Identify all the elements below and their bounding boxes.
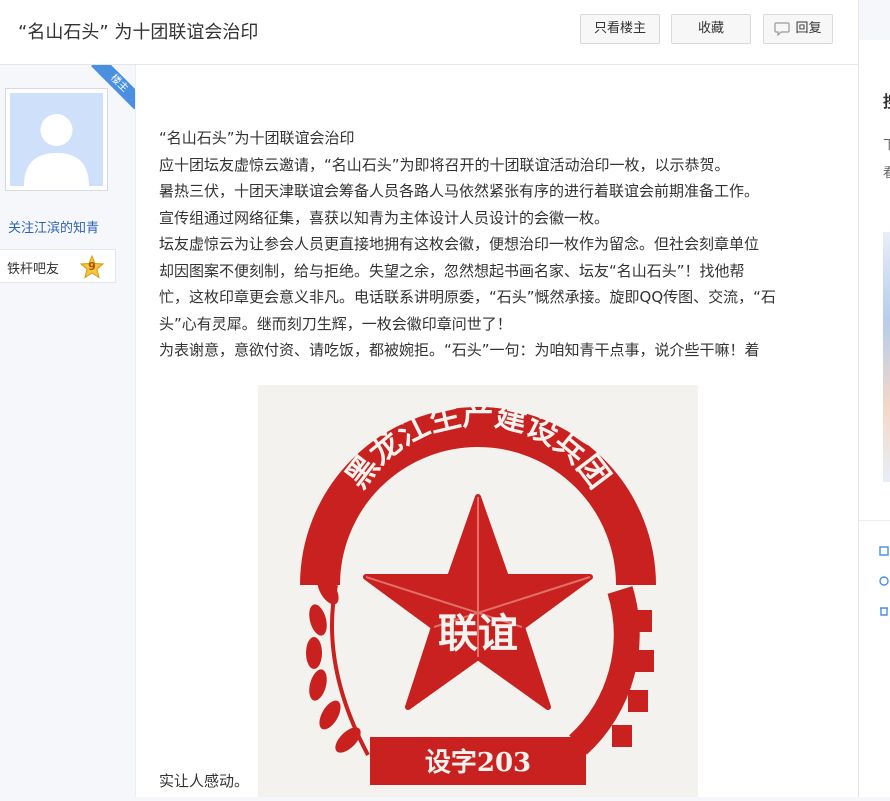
level-badge-icon: 9 <box>79 254 105 279</box>
sidebar-ad-image[interactable] <box>883 232 890 482</box>
author-sidebar: 楼主 关注江滨的知青 铁杆吧友 9 <box>0 65 136 797</box>
sidebar-heading: 搜 <box>883 88 890 112</box>
reply-button[interactable]: 回复 <box>763 14 833 44</box>
level-number: 9 <box>88 260 96 273</box>
content-line: 为表谢意，意欲付资、请吃饭，都被婉拒。“石头”一句：为咱知青干点事，说介些干嘛！… <box>159 341 760 359</box>
content-line: 宣传组通过网络征集，喜获以知青为主体设计人员设计的会徽一枚。 <box>159 208 610 227</box>
follow-link[interactable]: 关注江滨的知青 <box>8 217 99 236</box>
thread-title: “名山石头” 为十团联谊会治印 <box>18 22 259 43</box>
seal-image: 黑龙江生产建设兵团 联谊 设字203 <box>258 385 698 797</box>
wheat-icon <box>306 575 370 756</box>
content-line: 头”心有灵犀。继而刻刀生辉，一枚会徽印章问世了！ <box>159 314 512 333</box>
avatar[interactable] <box>5 88 108 191</box>
sidebar-text: 看 <box>883 162 890 181</box>
post-content: “名山石头”为十团联谊会治印 应十团坛友虚惊云邀请，“名山石头”为即将召开的十团… <box>159 125 839 364</box>
post-floor: 楼主 关注江滨的知青 铁杆吧友 9 “名山石头”为十团联谊会治印 应十团坛友虚惊… <box>0 65 858 797</box>
favorite-button[interactable]: 收藏 <box>671 14 751 44</box>
level-name: 铁杆吧友 <box>7 262 60 277</box>
content-line: 暑热三伏，十团天津联谊会筹备人员各路人马依然紧张有序的进行着联谊会前期准备工作。 <box>159 182 760 200</box>
gear-icon <box>569 586 654 755</box>
content-line: 坛友虚惊云为让参会人员更直接地拥有这枚会徽，便想治印一枚作为留念。但社会刻章单位 <box>159 235 760 253</box>
content-last-line: 实让人感动。 <box>159 772 250 790</box>
seal-bottom-text: 设字203 <box>425 747 531 778</box>
right-sidebar-top <box>859 0 890 40</box>
thread-header: “名山石头” 为十团联谊会治印 只看楼主 收藏 回复 <box>0 0 858 65</box>
content-line: “名山石头”为十团联谊会治印 <box>159 129 355 147</box>
trash-icon[interactable] <box>879 606 889 616</box>
user-level: 铁杆吧友 9 <box>0 249 116 283</box>
seal-center-text: 联谊 <box>438 610 518 657</box>
edit-icon[interactable] <box>879 546 889 556</box>
divider <box>859 520 890 521</box>
only-op-button[interactable]: 只看楼主 <box>580 14 660 44</box>
content-line: 却因图案不便刻制，给与拒绝。失望之余，忽然想起书画名家、坛友“名山石头”！找他帮 <box>159 261 745 280</box>
content-line: 忙，这枚印章更会意义非凡。电话联系讲明原委，“石头”慨然承接。旋即QQ传图、交流… <box>159 288 776 306</box>
reply-label: 回复 <box>795 21 822 36</box>
sidebar-text: 下 <box>883 134 890 153</box>
content-line: 应十团坛友虚惊云邀请，“名山石头”为即将召开的十团联谊活动治印一枚，以示恭贺。 <box>159 155 730 174</box>
right-sidebar: 搜 下 看 <box>858 0 890 797</box>
share-icon[interactable] <box>879 576 889 586</box>
comment-icon <box>774 21 791 36</box>
